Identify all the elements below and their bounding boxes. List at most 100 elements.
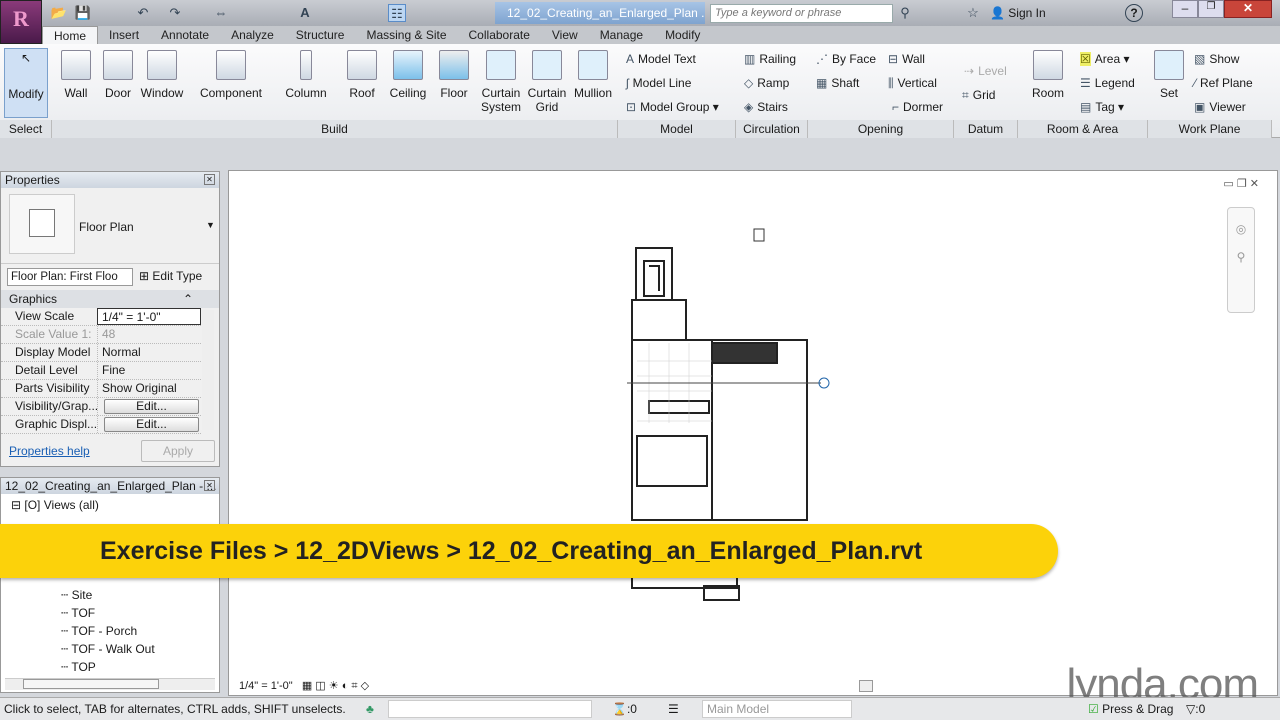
property-value[interactable]: Fine bbox=[97, 362, 201, 379]
sign-in-button[interactable]: 👤 Sign In bbox=[990, 6, 1046, 20]
detail-level-icon[interactable]: ▦ bbox=[302, 680, 312, 692]
hide-isolate-icon[interactable]: ◇ bbox=[361, 680, 369, 692]
modify-button[interactable]: ↖ Modify bbox=[4, 48, 48, 118]
shaft-button[interactable]: ▦ Shaft bbox=[816, 76, 859, 90]
star-icon[interactable]: ☆ bbox=[964, 4, 982, 22]
redo-icon[interactable]: ↷ bbox=[166, 4, 184, 22]
tree-item[interactable]: ┄ TOF bbox=[61, 606, 95, 620]
measure-icon[interactable]: ⇔ bbox=[212, 4, 230, 22]
application-menu-button[interactable]: R bbox=[0, 0, 42, 44]
grid-button[interactable]: ⌗ Grid bbox=[962, 88, 995, 103]
minimize-button[interactable]: – bbox=[1172, 0, 1198, 18]
crop-icon[interactable]: ⌗ bbox=[351, 680, 357, 692]
roof-button[interactable]: Roof bbox=[344, 48, 380, 100]
tab-view[interactable]: View bbox=[541, 26, 589, 44]
horizontal-scrollbar[interactable] bbox=[5, 678, 215, 690]
component-button[interactable]: Component bbox=[196, 48, 266, 100]
tab-collaborate[interactable]: Collaborate bbox=[458, 26, 541, 44]
property-row[interactable]: Display Model Normal bbox=[1, 344, 201, 362]
model-group-button[interactable]: ⊡ Model Group ▾ bbox=[626, 100, 719, 114]
view-scale-button[interactable]: 1/4" = 1'-0" bbox=[239, 680, 293, 692]
shadows-icon[interactable]: ◐ bbox=[342, 680, 349, 692]
binoculars-icon[interactable]: ⚲ bbox=[896, 4, 914, 22]
curtain-grid-button[interactable]: Curtain Grid bbox=[526, 48, 568, 114]
workset-dropdown[interactable] bbox=[388, 700, 592, 718]
edit-type-button[interactable]: ⊞ Edit Type bbox=[139, 269, 202, 283]
properties-help-link[interactable]: Properties help bbox=[9, 444, 90, 458]
view-scale-input[interactable]: 1/4" = 1'-0" bbox=[97, 308, 201, 325]
level-button[interactable]: ⇢ Level bbox=[964, 64, 1007, 78]
dormer-button[interactable]: ⌐ Dormer bbox=[892, 100, 943, 114]
tree-item[interactable]: ┄ TOF - Walk Out bbox=[61, 642, 155, 656]
tab-modify[interactable]: Modify bbox=[654, 26, 711, 44]
design-option-dropdown[interactable]: Main Model bbox=[702, 700, 852, 718]
type-selector[interactable]: Floor Plan ▼ bbox=[1, 188, 219, 264]
instance-selector[interactable]: Floor Plan: First Floo bbox=[7, 268, 133, 286]
vertical-button[interactable]: ⫼ Vertical bbox=[888, 76, 937, 91]
properties-scrollbar[interactable] bbox=[202, 310, 214, 430]
by-face-button[interactable]: ⋰ By Face bbox=[816, 52, 876, 66]
property-row[interactable]: Detail Level Fine bbox=[1, 362, 201, 380]
ceiling-button[interactable]: Ceiling bbox=[386, 48, 430, 100]
column-button[interactable]: Column bbox=[282, 48, 330, 100]
design-options-icon[interactable]: ☰ bbox=[668, 698, 679, 720]
floor-button[interactable]: Floor bbox=[436, 48, 472, 100]
search-input[interactable]: Type a keyword or phrase bbox=[710, 4, 893, 23]
property-row[interactable]: Parts Visibility Show Original bbox=[1, 380, 201, 398]
mullion-button[interactable]: Mullion bbox=[570, 48, 616, 100]
thin-lines-icon[interactable]: ☷ bbox=[388, 4, 406, 22]
set-button[interactable]: Set bbox=[1152, 48, 1186, 100]
tab-structure[interactable]: Structure bbox=[285, 26, 356, 44]
tree-root[interactable]: ⊟ [O] Views (all) bbox=[11, 498, 99, 512]
save-icon[interactable]: 💾 bbox=[74, 4, 92, 22]
tab-home[interactable]: Home bbox=[42, 26, 99, 44]
panel-select[interactable]: Select bbox=[0, 120, 52, 138]
visibility-edit-button[interactable]: Edit... bbox=[104, 399, 199, 414]
filter-button[interactable]: ▽:0 bbox=[1186, 698, 1205, 720]
tree-item[interactable]: ┄ TOP bbox=[61, 660, 96, 674]
tab-massing-site[interactable]: Massing & Site bbox=[355, 26, 457, 44]
viewer-button[interactable]: ▣ Viewer bbox=[1194, 100, 1246, 114]
apply-button[interactable]: Apply bbox=[141, 440, 215, 462]
model-text-button[interactable]: A Model Text bbox=[626, 52, 696, 66]
room-button[interactable]: Room bbox=[1030, 48, 1066, 100]
restore-button[interactable]: ❐ bbox=[1198, 0, 1224, 18]
property-value[interactable]: Normal bbox=[97, 344, 201, 361]
horizontal-scroll-thumb[interactable] bbox=[859, 680, 873, 692]
curtain-system-button[interactable]: Curtain System bbox=[478, 48, 524, 114]
worksets-icon[interactable]: ♣ bbox=[366, 698, 374, 720]
tree-item[interactable]: ┄ TOF - Porch bbox=[61, 624, 137, 638]
visual-style-icon[interactable]: ◫ bbox=[315, 680, 325, 692]
sun-path-icon[interactable]: ☀ bbox=[329, 680, 339, 692]
open-icon[interactable]: 📂 bbox=[50, 4, 68, 22]
property-row[interactable]: Visibility/Grap... Edit... bbox=[1, 398, 201, 416]
tab-insert[interactable]: Insert bbox=[98, 26, 150, 44]
editable-only-filter[interactable]: ⌛:0 bbox=[612, 698, 637, 720]
help-icon[interactable]: ? bbox=[1125, 4, 1143, 22]
legend-button[interactable]: ☰ Legend bbox=[1080, 76, 1135, 90]
tab-analyze[interactable]: Analyze bbox=[220, 26, 285, 44]
press-drag-checkbox[interactable]: ☑ Press & Drag bbox=[1088, 698, 1173, 720]
property-row[interactable]: View Scale 1/4" = 1'-0" bbox=[1, 308, 201, 326]
ramp-button[interactable]: ◇ Ramp bbox=[744, 76, 789, 90]
show-button[interactable]: ▧ Show bbox=[1194, 52, 1239, 66]
property-row[interactable]: Graphic Displ... Edit... bbox=[1, 416, 201, 434]
undo-icon[interactable]: ↶ bbox=[134, 4, 152, 22]
tab-annotate[interactable]: Annotate bbox=[150, 26, 220, 44]
tag-button[interactable]: ▤ Tag ▾ bbox=[1080, 100, 1124, 114]
close-icon[interactable]: ✕ bbox=[204, 174, 215, 185]
door-button[interactable]: Door bbox=[100, 48, 136, 100]
stairs-button[interactable]: ◈ Stairs bbox=[744, 100, 788, 114]
property-value[interactable]: Show Original bbox=[97, 380, 201, 397]
window-button[interactable]: Window bbox=[138, 48, 186, 100]
text-icon[interactable]: A bbox=[296, 4, 314, 22]
drawing-area[interactable]: ▭ ❐ ✕ ◎ ⚲ 1/4" = 1'-0" ▦ ◫ ☀ ◐ ⌗ ◇ bbox=[228, 170, 1278, 696]
close-button[interactable]: ✕ bbox=[1224, 0, 1272, 18]
tree-item[interactable]: ┄ Site bbox=[61, 588, 92, 602]
graphics-section[interactable]: Graphics ⌃ bbox=[1, 290, 219, 308]
wall-opening-button[interactable]: ⊟ Wall bbox=[888, 52, 925, 66]
railing-button[interactable]: ▥ Railing bbox=[744, 52, 796, 66]
area-button[interactable]: ☒ Area ▾ bbox=[1080, 52, 1129, 66]
ref-plane-button[interactable]: ⁄ Ref Plane bbox=[1194, 76, 1253, 90]
close-icon[interactable]: ✕ bbox=[204, 480, 215, 491]
